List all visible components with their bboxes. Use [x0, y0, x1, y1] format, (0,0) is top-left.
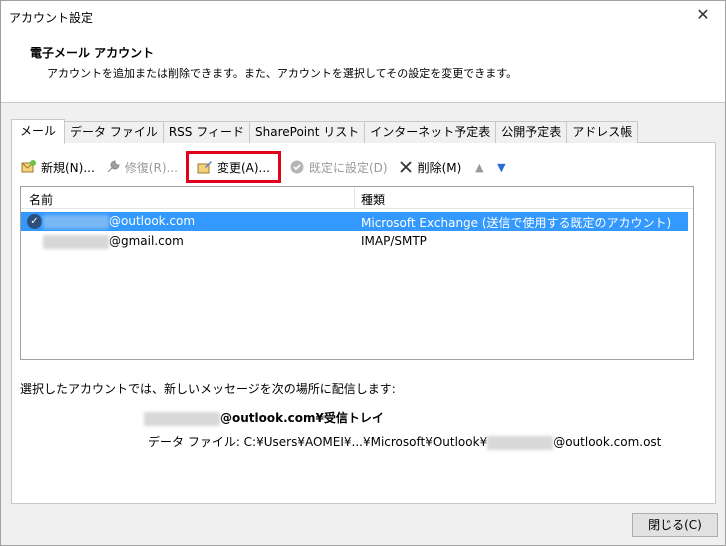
close-icon[interactable]: ✕ [693, 5, 713, 25]
account-toolbar: 新規(N)... 修復(R)... 変更(A)... 既定に設定(D) 削除(M… [21, 151, 515, 183]
repair-button[interactable]: 修復(R)... [105, 155, 178, 179]
repair-label: 修復(R)... [124, 160, 178, 175]
account-name: @outlook.com [43, 214, 195, 229]
tab-data-files[interactable]: データ ファイル [64, 121, 164, 143]
account-row[interactable]: @gmail.com IMAP/SMTP [21, 232, 688, 251]
new-account-button[interactable]: 新規(N)... [21, 155, 95, 179]
set-default-label: 既定に設定(D) [308, 160, 388, 175]
account-row[interactable]: ✓ @outlook.com Microsoft Exchange (送信で使用… [21, 212, 688, 231]
tab-address-books[interactable]: アドレス帳 [566, 121, 639, 143]
title-bar: アカウント設定 ✕ [1, 1, 725, 31]
account-name-text: @outlook.com [109, 214, 196, 228]
data-file-suffix: @outlook.com.ost [553, 435, 662, 449]
move-down-icon[interactable]: ▼ [493, 159, 509, 175]
data-file-path: データ ファイル: C:¥Users¥AOMEI¥...¥Microsoft¥O… [148, 433, 661, 450]
delete-x-icon [398, 159, 414, 175]
header-description: アカウントを追加または削除できます。また、アカウントを選択してその設定を変更でき… [47, 67, 518, 80]
account-name: @gmail.com [43, 234, 184, 249]
column-header-type[interactable]: 種類 [361, 191, 385, 208]
dialog-header: 電子メール アカウント アカウントを追加または削除できます。また、アカウントを選… [1, 31, 725, 103]
header-title: 電子メール アカウント [30, 46, 155, 60]
wrench-icon [105, 159, 121, 175]
redacted-text [144, 411, 220, 426]
set-default-button[interactable]: 既定に設定(D) [289, 155, 388, 179]
redacted-text [43, 234, 109, 249]
delete-label: 削除(M) [417, 160, 462, 175]
delivery-label: 選択したアカウントでは、新しいメッセージを次の場所に配信します: [20, 382, 396, 396]
tab-mail[interactable]: メール [11, 119, 66, 144]
column-separator[interactable] [354, 187, 355, 209]
check-circle-icon [289, 159, 305, 175]
change-label: 変更(A)... [216, 160, 270, 175]
window-title: アカウント設定 [9, 11, 94, 25]
account-name-text: @gmail.com [109, 234, 184, 248]
change-icon [197, 159, 213, 175]
tab-published-calendars[interactable]: 公開予定表 [495, 121, 568, 143]
tab-rss-feeds[interactable]: RSS フィード [162, 121, 250, 143]
list-header: 名前 種類 [21, 187, 693, 209]
tab-strip: メール データ ファイル RSS フィード SharePoint リスト インタ… [11, 119, 639, 144]
tab-sharepoint-lists[interactable]: SharePoint リスト [249, 121, 366, 143]
redacted-text [487, 435, 554, 450]
delivery-target-text: @outlook.com¥受信トレイ [220, 411, 384, 425]
new-account-label: 新規(N)... [41, 160, 95, 175]
account-list[interactable]: 名前 種類 ✓ @outlook.com Microsoft Exchange … [20, 186, 694, 360]
delivery-target: @outlook.com¥受信トレイ [144, 409, 384, 426]
tab-internet-calendars[interactable]: インターネット予定表 [364, 121, 497, 143]
account-settings-dialog: アカウント設定 ✕ 電子メール アカウント アカウントを追加または削除できます。… [0, 0, 726, 546]
redacted-text [43, 214, 109, 229]
column-header-name[interactable]: 名前 [29, 191, 53, 208]
change-button[interactable]: 変更(A)... [185, 151, 281, 183]
data-file-prefix: データ ファイル: C:¥Users¥AOMEI¥...¥Microsoft¥O… [148, 435, 488, 449]
delete-button[interactable]: 削除(M) [398, 155, 462, 179]
new-account-icon [21, 159, 37, 175]
account-type: Microsoft Exchange (送信で使用する既定のアカウント) [361, 216, 672, 230]
move-up-icon[interactable]: ▲ [471, 159, 487, 175]
close-button[interactable]: 閉じる(C) [632, 513, 718, 537]
default-check-icon: ✓ [27, 214, 42, 229]
account-type: IMAP/SMTP [361, 234, 427, 248]
